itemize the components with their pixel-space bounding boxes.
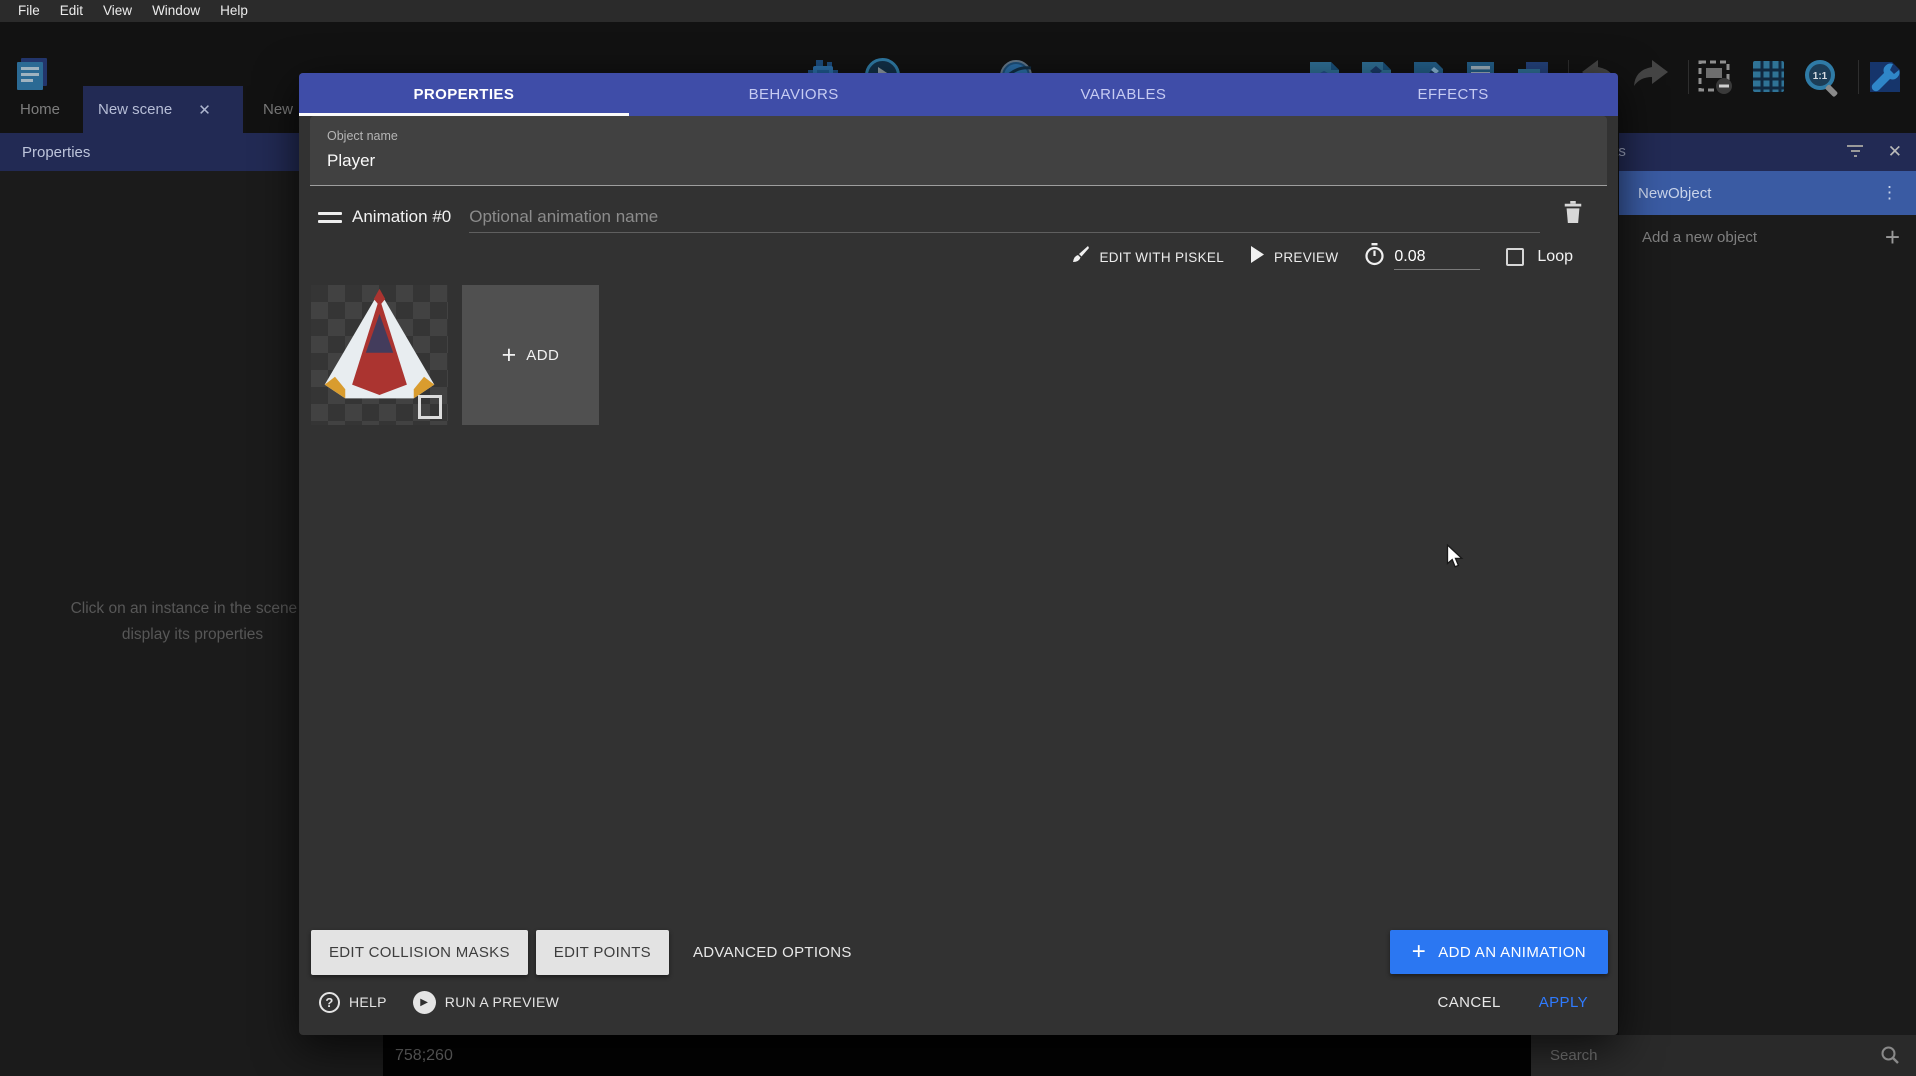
tab-new-partial[interactable]: New (263, 86, 293, 133)
animation-title: Animation #0 (352, 207, 451, 227)
cancel-button[interactable]: CANCEL (1438, 994, 1501, 1011)
add-frame-button[interactable]: + ADD (462, 285, 599, 425)
tab-new-scene[interactable]: New scene ✕ (83, 86, 243, 133)
more-options-icon[interactable]: ⋮ (1881, 183, 1898, 203)
play-circle-icon: ▶ (413, 991, 436, 1014)
object-name-field[interactable]: Object name Player (310, 116, 1607, 186)
tab-effects[interactable]: EFFECTS (1288, 73, 1618, 116)
filter-icon[interactable] (1846, 142, 1864, 160)
object-name-field-value[interactable]: Player (327, 151, 375, 171)
trash-icon (1562, 200, 1584, 229)
plus-icon: + (1412, 938, 1426, 966)
objects-panel: Objects ✕ NewObject ⋮ Add a new object + (1619, 133, 1916, 1035)
dialog-tab-bar: PROPERTIES BEHAVIORS VARIABLES EFFECTS (299, 73, 1618, 116)
project-manager-icon[interactable] (12, 54, 52, 94)
search-icon (1880, 1045, 1900, 1070)
object-list-item-selected[interactable]: NewObject ⋮ (1619, 171, 1916, 215)
help-icon: ? (319, 992, 340, 1013)
mouse-cursor (1446, 544, 1464, 575)
plus-icon: + (502, 341, 517, 370)
dialog-actions-row: EDIT COLLISION MASKS EDIT POINTS ADVANCE… (299, 927, 1618, 977)
svg-text:1:1: 1:1 (1813, 71, 1828, 82)
frame-duration-input[interactable] (1394, 244, 1480, 270)
loop-label: Loop (1537, 248, 1573, 266)
menu-edit[interactable]: Edit (50, 0, 93, 22)
menu-file[interactable]: File (8, 0, 50, 22)
preview-animation-button[interactable]: PREVIEW (1250, 246, 1338, 268)
object-name-field-label: Object name (327, 129, 398, 143)
settings-wrench-icon[interactable] (1866, 58, 1904, 96)
mask-icon[interactable] (1696, 58, 1734, 96)
dialog-footer: ? HELP ▶ RUN A PREVIEW CANCEL APPLY (299, 977, 1618, 1035)
help-label: HELP (349, 994, 387, 1010)
run-a-preview-button[interactable]: ▶ RUN A PREVIEW (413, 991, 559, 1014)
drag-handle-icon[interactable] (318, 207, 342, 228)
add-an-animation-label: ADD AN ANIMATION (1438, 944, 1586, 961)
preview-animation-label: PREVIEW (1274, 250, 1338, 265)
tab-new-label: New (263, 101, 293, 118)
tab-behaviors[interactable]: BEHAVIORS (629, 73, 959, 116)
animation-controls-row: EDIT WITH PISKEL PREVIEW Loop (299, 237, 1618, 277)
play-icon (1250, 246, 1265, 268)
object-name-label: NewObject (1619, 185, 1711, 202)
dialog-empty-area (299, 425, 1618, 927)
toolbar-separator (1858, 60, 1859, 94)
scene-canvas[interactable]: 758;260 (383, 1035, 1531, 1076)
close-icon[interactable]: ✕ (1888, 133, 1902, 171)
tab-variables[interactable]: VARIABLES (959, 73, 1289, 116)
menu-window[interactable]: Window (142, 0, 210, 22)
advanced-options-button[interactable]: ADVANCED OPTIONS (677, 944, 868, 961)
objects-search-bar (1531, 1035, 1916, 1076)
grid-icon[interactable] (1750, 58, 1787, 95)
help-button[interactable]: ? HELP (319, 992, 387, 1013)
run-a-preview-label: RUN A PREVIEW (445, 994, 559, 1010)
stopwatch-icon (1364, 243, 1385, 271)
zoom-1-1-icon[interactable]: 1:1 (1802, 58, 1844, 98)
loop-checkbox[interactable] (1506, 248, 1524, 266)
tab-home-label: Home (20, 101, 60, 118)
cursor-coordinates: 758;260 (383, 1047, 453, 1065)
tab-properties[interactable]: PROPERTIES (299, 73, 629, 116)
toolbar-separator (1688, 60, 1689, 94)
tab-new-scene-label: New scene (98, 101, 172, 118)
frame-selection-corner (418, 395, 442, 419)
object-editor-dialog: PROPERTIES BEHAVIORS VARIABLES EFFECTS O… (299, 73, 1618, 1035)
properties-panel-title: Properties (22, 144, 90, 161)
add-new-object-label: Add a new object (1619, 229, 1757, 246)
add-new-object-row[interactable]: Add a new object + (1619, 215, 1916, 259)
menu-help[interactable]: Help (210, 0, 258, 22)
search-input[interactable] (1531, 1047, 1851, 1064)
objects-panel-header: Objects ✕ (1619, 133, 1916, 171)
animation-frames-row: + ADD (311, 285, 1618, 425)
add-an-animation-button[interactable]: + ADD AN ANIMATION (1390, 930, 1608, 974)
brush-icon (1071, 245, 1090, 269)
plus-icon: + (1885, 222, 1900, 253)
redo-icon[interactable] (1630, 58, 1672, 94)
menu-view[interactable]: View (93, 0, 142, 22)
edit-with-piskel-label: EDIT WITH PISKEL (1099, 250, 1224, 265)
edit-points-button[interactable]: EDIT POINTS (536, 930, 669, 975)
apply-button[interactable]: APPLY (1539, 994, 1588, 1011)
menu-bar: File Edit View Window Help (0, 0, 1916, 22)
loop-control: Loop (1506, 248, 1573, 266)
edit-with-piskel-button[interactable]: EDIT WITH PISKEL (1071, 245, 1224, 269)
tab-close-icon[interactable]: ✕ (198, 101, 211, 119)
animation-name-input[interactable] (469, 201, 1540, 233)
delete-animation-button[interactable] (1558, 199, 1588, 229)
add-frame-label: ADD (526, 347, 559, 364)
edit-collision-masks-button[interactable]: EDIT COLLISION MASKS (311, 930, 528, 975)
sprite-frame-thumbnail[interactable] (311, 285, 448, 425)
frame-duration-control (1364, 243, 1480, 271)
animation-header-row: Animation #0 (299, 197, 1618, 237)
